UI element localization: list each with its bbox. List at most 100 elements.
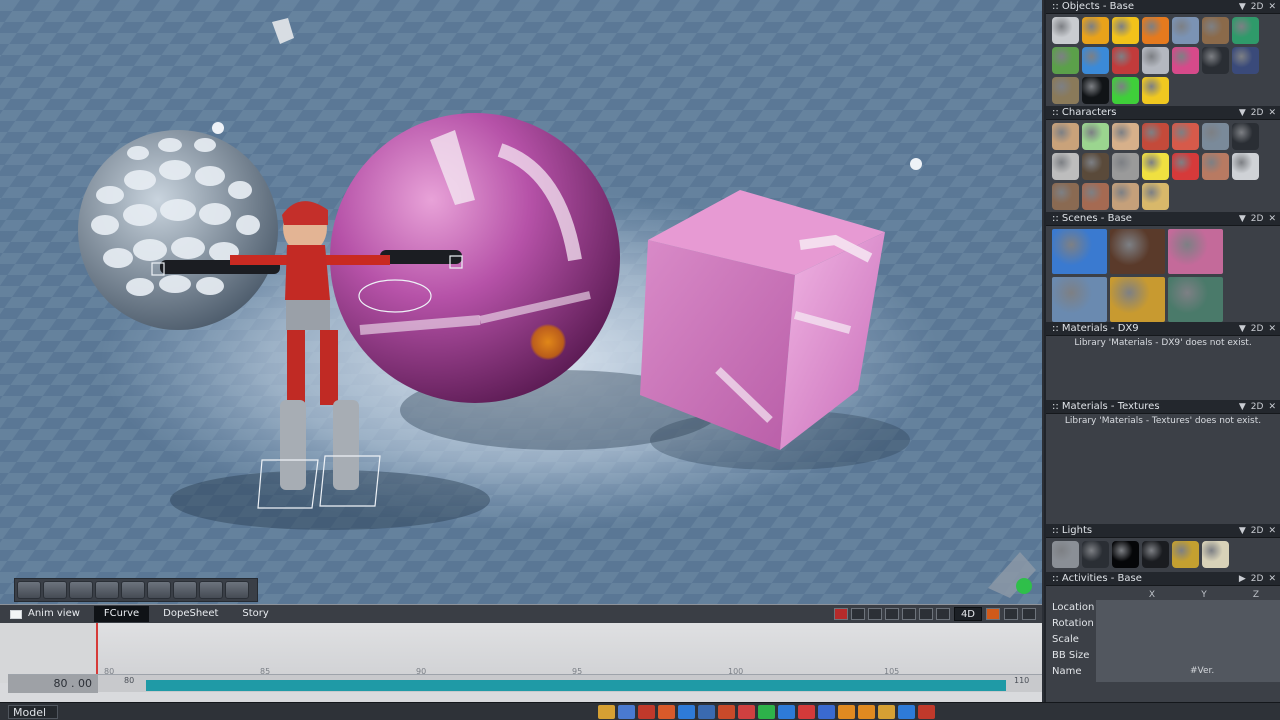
scene-thumbnail[interactable] [1168, 229, 1223, 274]
rotate-tool-icon[interactable] [43, 581, 67, 599]
mode-indicator[interactable]: Model [8, 704, 58, 719]
materials-textures-header[interactable]: :: Materials - Textures ▼ 2D ✕ [1046, 400, 1280, 414]
transform-fields[interactable] [1096, 600, 1280, 682]
time-range-bar[interactable] [146, 680, 1006, 691]
last-frame-button[interactable] [935, 608, 950, 620]
character-thumbnail[interactable] [1232, 153, 1259, 180]
tab-fcurve[interactable]: FCurve [93, 606, 150, 622]
close-icon[interactable]: ✕ [1268, 322, 1276, 336]
time-ruler[interactable]: 80 . 00 80 110 [8, 674, 1042, 693]
activities-base-header[interactable]: :: Activities - Base ▶ 2D ✕ [1046, 572, 1280, 586]
light-thumbnail[interactable] [1142, 541, 1169, 568]
character-thumbnail[interactable] [1172, 153, 1199, 180]
character-thumbnail[interactable] [1082, 153, 1109, 180]
toolbar-tool-icon[interactable] [898, 705, 915, 719]
move-tool-icon[interactable] [69, 581, 93, 599]
object-thumbnail[interactable] [1082, 17, 1109, 44]
toolbar-tool-icon[interactable] [698, 705, 715, 719]
collapse-icon[interactable]: ▼ [1239, 212, 1246, 226]
tab-dopesheet[interactable]: DopeSheet [153, 606, 228, 622]
mode-4d-button[interactable]: 4D [953, 607, 982, 621]
character-thumbnail[interactable] [1112, 123, 1139, 150]
scenes-base-header[interactable]: :: Scenes - Base ▼ 2D ✕ [1046, 212, 1280, 226]
light-thumbnail[interactable] [1202, 541, 1229, 568]
object-thumbnail[interactable] [1202, 47, 1229, 74]
material-tool-icon[interactable] [173, 581, 197, 599]
close-icon[interactable]: ✕ [1268, 400, 1276, 414]
close-icon[interactable]: ✕ [1268, 572, 1276, 586]
toolbar-tool-icon[interactable] [638, 705, 655, 719]
next-key-button[interactable] [918, 608, 933, 620]
collapse-icon[interactable]: ▼ [1239, 106, 1246, 120]
close-icon[interactable]: ✕ [1268, 106, 1276, 120]
character-thumbnail[interactable] [1202, 123, 1229, 150]
view-2d-toggle[interactable]: 2D [1251, 524, 1264, 538]
scene-thumbnail[interactable] [1052, 229, 1107, 274]
curve-graph[interactable]: 80 85 90 95 100 105 [96, 623, 1042, 681]
object-thumbnail[interactable] [1112, 17, 1139, 44]
view-2d-toggle[interactable]: 2D [1251, 0, 1264, 14]
toolbar-tool-icon[interactable] [878, 705, 895, 719]
object-thumbnail[interactable] [1052, 77, 1079, 104]
toolbar-tool-icon[interactable] [678, 705, 695, 719]
scene-thumbnail[interactable] [1110, 277, 1165, 322]
character-thumbnail[interactable] [1112, 183, 1139, 210]
maximize-icon[interactable] [1004, 608, 1018, 620]
pin-icon[interactable] [986, 608, 1000, 620]
collapse-icon[interactable]: ▼ [1239, 524, 1246, 538]
toolbar-tool-icon[interactable] [738, 705, 755, 719]
close-icon[interactable]: ✕ [1268, 212, 1276, 226]
character-thumbnail[interactable] [1082, 183, 1109, 210]
toolbar-tool-icon[interactable] [838, 705, 855, 719]
character-thumbnail[interactable] [1232, 123, 1259, 150]
light-thumbnail[interactable] [1112, 541, 1139, 568]
collapse-icon[interactable]: ▼ [1239, 322, 1246, 336]
light-thumbnail[interactable] [1052, 541, 1079, 568]
add-tool-icon[interactable] [225, 581, 249, 599]
character-thumbnail[interactable] [1112, 153, 1139, 180]
object-thumbnail[interactable] [1142, 77, 1169, 104]
toolbar-tool-icon[interactable] [818, 705, 835, 719]
object-thumbnail[interactable] [1172, 17, 1199, 44]
scene-thumbnail[interactable] [1052, 277, 1107, 322]
object-thumbnail[interactable] [1202, 17, 1229, 44]
view-2d-toggle[interactable]: 2D [1251, 572, 1264, 586]
scene-thumbnail[interactable] [1110, 229, 1165, 274]
object-thumbnail[interactable] [1232, 47, 1259, 74]
expand-icon[interactable]: ▶ [1239, 572, 1246, 586]
3d-viewport[interactable] [0, 0, 1042, 604]
character-thumbnail[interactable] [1052, 123, 1079, 150]
object-thumbnail[interactable] [1112, 47, 1139, 74]
tab-anim-view[interactable]: Anim view [8, 606, 90, 622]
object-thumbnail[interactable] [1142, 17, 1169, 44]
close-icon[interactable] [1022, 608, 1036, 620]
object-thumbnail[interactable] [1172, 47, 1199, 74]
view-2d-toggle[interactable]: 2D [1251, 322, 1264, 336]
select-tool-icon[interactable] [17, 581, 41, 599]
toolbar-tool-icon[interactable] [658, 705, 675, 719]
object-tool-icon[interactable] [199, 581, 223, 599]
toolbar-tool-icon[interactable] [758, 705, 775, 719]
character-thumbnail[interactable] [1082, 123, 1109, 150]
tab-story[interactable]: Story [232, 606, 278, 622]
scale-tool-icon[interactable] [95, 581, 119, 599]
view-2d-toggle[interactable]: 2D [1251, 400, 1264, 414]
object-thumbnail[interactable] [1142, 47, 1169, 74]
light-thumbnail[interactable] [1172, 541, 1199, 568]
play-button[interactable] [901, 608, 916, 620]
collapse-icon[interactable]: ▼ [1239, 0, 1246, 14]
object-thumbnail[interactable] [1052, 17, 1079, 44]
object-thumbnail[interactable] [1052, 47, 1079, 74]
close-icon[interactable]: ✕ [1268, 0, 1276, 14]
name-value[interactable]: #Ver. [1190, 666, 1214, 676]
objects-base-header[interactable]: :: Objects - Base ▼ 2D ✕ [1046, 0, 1280, 14]
object-thumbnail[interactable] [1232, 17, 1259, 44]
toolbar-tool-icon[interactable] [598, 705, 615, 719]
view-2d-toggle[interactable]: 2D [1251, 106, 1264, 120]
character-thumbnail[interactable] [1142, 123, 1169, 150]
character-thumbnail[interactable] [1052, 183, 1079, 210]
toolbar-tool-icon[interactable] [798, 705, 815, 719]
lights-header[interactable]: :: Lights ▼ 2D ✕ [1046, 524, 1280, 538]
current-frame-field[interactable]: 80 . 00 [8, 675, 98, 693]
toolbar-tool-icon[interactable] [778, 705, 795, 719]
